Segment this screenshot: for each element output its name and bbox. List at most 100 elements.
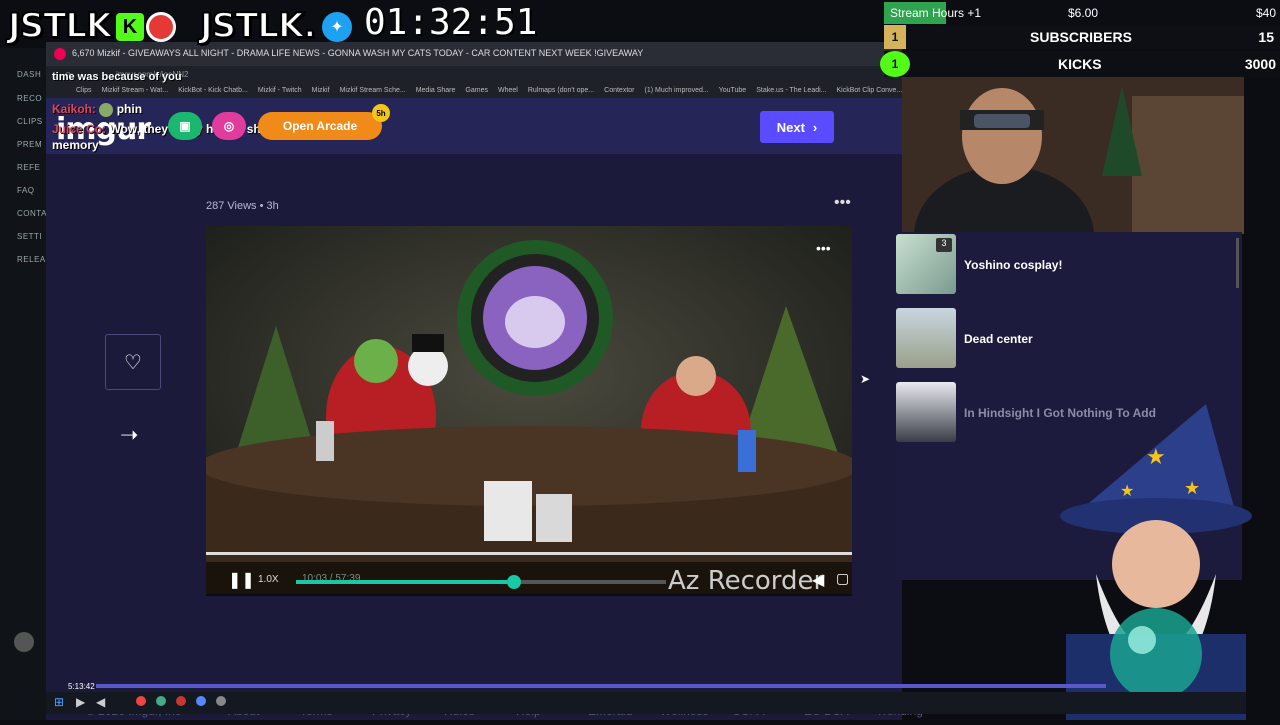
bookmark-item[interactable]: Mizkif <box>312 87 330 94</box>
app-sidebar-item[interactable]: SETTI <box>17 232 42 241</box>
subs-rank: 1 <box>884 25 906 49</box>
bookmark-item[interactable]: Stake.us - The Leadi... <box>756 87 826 94</box>
next-label: Next <box>776 119 805 135</box>
windows-start-icon[interactable]: ⊞ <box>54 695 64 709</box>
related-thumbnail[interactable] <box>896 382 956 442</box>
chat-line: time was because of you <box>52 71 182 83</box>
brand-logo-1: JSTLK <box>7 5 113 47</box>
recorder-progress <box>96 684 1106 688</box>
gift-icon[interactable]: ▣ <box>168 112 202 140</box>
scrollbar[interactable] <box>1236 238 1239 288</box>
app-icon[interactable] <box>176 696 186 706</box>
bookmark-item[interactable]: Wheel <box>498 87 518 94</box>
open-arcade-button[interactable]: Open Arcade <box>258 112 382 140</box>
bookmark-item[interactable]: YouTube <box>719 87 747 94</box>
browser-window: 6,670 Mizkif - GIVEAWAYS ALL NIGHT - DRA… <box>46 42 923 720</box>
play-icon[interactable]: ▶ <box>76 695 85 709</box>
playback-speed[interactable]: 1.0X <box>258 574 279 585</box>
app-sidebar-item[interactable]: RELEA <box>17 255 46 264</box>
kicks-rank: 1 <box>880 51 910 77</box>
volume-icon[interactable]: ◀ <box>812 570 824 590</box>
app-icon[interactable] <box>216 696 226 706</box>
svg-text:★: ★ <box>1146 444 1166 469</box>
related-title[interactable]: Dead center <box>964 332 1033 346</box>
speaker-icon[interactable]: ◀ <box>96 695 105 709</box>
kicks-label: KICKS <box>1058 56 1102 72</box>
taskbar: ⊞ ▶ ◀ <box>46 692 1246 714</box>
video-more-icon[interactable]: ••• <box>816 240 831 256</box>
related-thumbnail[interactable] <box>896 308 956 368</box>
video-controls: ❚❚ 1.0X 10:03 / 57:39 Az Recorder ◀ ▢ <box>206 552 852 596</box>
app-icon[interactable] <box>136 696 146 706</box>
bookmark-item[interactable]: Mizkif Stream Sche... <box>340 87 406 94</box>
top-progress-line <box>206 552 852 555</box>
image-count-badge: 3 <box>936 238 952 252</box>
tab-bar: 6,670 Mizkif - GIVEAWAYS ALL NIGHT - DRA… <box>46 42 902 66</box>
subscribers-row: 1 SUBSCRIBERS 15 <box>884 25 1280 49</box>
bookmark-item[interactable]: KickBot Clip Conve... <box>837 87 902 94</box>
bookmark-item[interactable]: Media Share <box>416 87 456 94</box>
next-button[interactable]: Next › <box>760 111 834 143</box>
arcade-label: Open Arcade <box>282 119 358 133</box>
recorder-time: 5:13:42 <box>68 682 95 691</box>
bookmark-item[interactable]: KickBot - Kick Chatb... <box>178 87 248 94</box>
app-sidebar-item[interactable]: PREM <box>17 140 42 149</box>
app-icon[interactable] <box>196 696 206 706</box>
wizard-mascot: ★ ★ ★ <box>1056 404 1256 720</box>
heart-icon: ♡ <box>124 351 142 374</box>
brand-logo-2: JSTLK. <box>199 5 317 47</box>
app-sidebar-item[interactable]: DASH <box>17 70 41 79</box>
share-arrow-icon[interactable]: ➝ <box>120 422 138 448</box>
subs-label: SUBSCRIBERS <box>1030 29 1132 45</box>
app-sidebar-item[interactable]: FAQ <box>17 186 35 195</box>
seek-fill <box>296 580 515 584</box>
kick-logo-icon: K <box>116 13 144 41</box>
app-sidebar-item[interactable]: REFE <box>17 163 40 172</box>
chat-username: Juice Co: <box>52 122 107 136</box>
post-meta: 287 Views • 3h <box>206 200 279 212</box>
mouse-cursor-icon: ➤ <box>860 372 871 386</box>
imgur-header: Kaikoh: phin imgur Juice Co: Wow, they r… <box>46 98 902 154</box>
app-sidebar: DASH RECO CLIPS PREM REFE FAQ CONTA SETT… <box>0 48 46 720</box>
bookmark-item[interactable]: Contextor <box>604 87 634 94</box>
more-options-icon[interactable]: ••• <box>834 194 851 212</box>
hours-amount: $6.00 <box>1068 6 1099 20</box>
bookmark-item[interactable]: (1) Much improved... <box>645 87 709 94</box>
arcade-badge: 5h <box>372 104 390 122</box>
favorite-button[interactable]: ♡ <box>105 334 161 390</box>
fullscreen-icon[interactable]: ▢ <box>836 570 849 587</box>
bookmark-item[interactable]: Clips <box>76 87 92 94</box>
video-player[interactable]: ••• <box>206 226 852 594</box>
bookmarks-bar: Clips Mizkif Stream - Wat... KickBot - Kic… <box>46 84 902 98</box>
svg-text:★: ★ <box>1120 483 1134 500</box>
subs-count: 15 <box>1258 29 1274 45</box>
twitter-icon: ✦ <box>322 12 352 42</box>
svg-text:★: ★ <box>1184 478 1200 498</box>
address-bar[interactable]: ‹ › ⟳ imgur.com/a/ioeNN2 time was becaus… <box>46 66 902 84</box>
app-sidebar-item[interactable]: CLIPS <box>17 117 43 126</box>
hours-label: Stream Hours +1 <box>890 6 982 20</box>
game-icon[interactable]: ◎ <box>212 112 246 140</box>
seek-bar[interactable] <box>296 575 666 589</box>
hours-goal: $40 <box>1255 6 1276 20</box>
bookmark-item[interactable]: Mizkif - Twitch <box>258 87 302 94</box>
bookmark-item[interactable]: Rulmaps (don't ope... <box>528 87 594 94</box>
app-sidebar-item[interactable]: RECO <box>17 94 42 103</box>
pause-icon[interactable]: ❚❚ <box>228 570 255 590</box>
app-icon[interactable] <box>156 696 166 706</box>
wizard-illustration: ★ ★ ★ <box>1060 404 1252 720</box>
stream-timer: 01:32:51 <box>364 2 538 43</box>
record-icon <box>146 12 176 42</box>
app-sidebar-item[interactable]: CONTA <box>17 209 47 218</box>
related-title[interactable]: Yoshino cosplay! <box>964 258 1062 272</box>
bookmark-item[interactable]: Games <box>465 87 488 94</box>
chevron-right-icon: › <box>812 119 818 135</box>
avatar[interactable] <box>14 632 34 652</box>
tab-title[interactable]: 6,670 Mizkif - GIVEAWAYS ALL NIGHT - DRA… <box>72 48 732 58</box>
post-age: 3h <box>266 200 279 212</box>
kicks-count: 3000 <box>1244 56 1276 72</box>
kicks-row: 1 KICKS 3000 <box>880 51 1280 77</box>
recorder-watermark: Az Recorder <box>668 566 825 596</box>
view-count: 287 Views <box>206 200 257 212</box>
bookmark-item[interactable]: Mizkif Stream - Wat... <box>102 87 169 94</box>
